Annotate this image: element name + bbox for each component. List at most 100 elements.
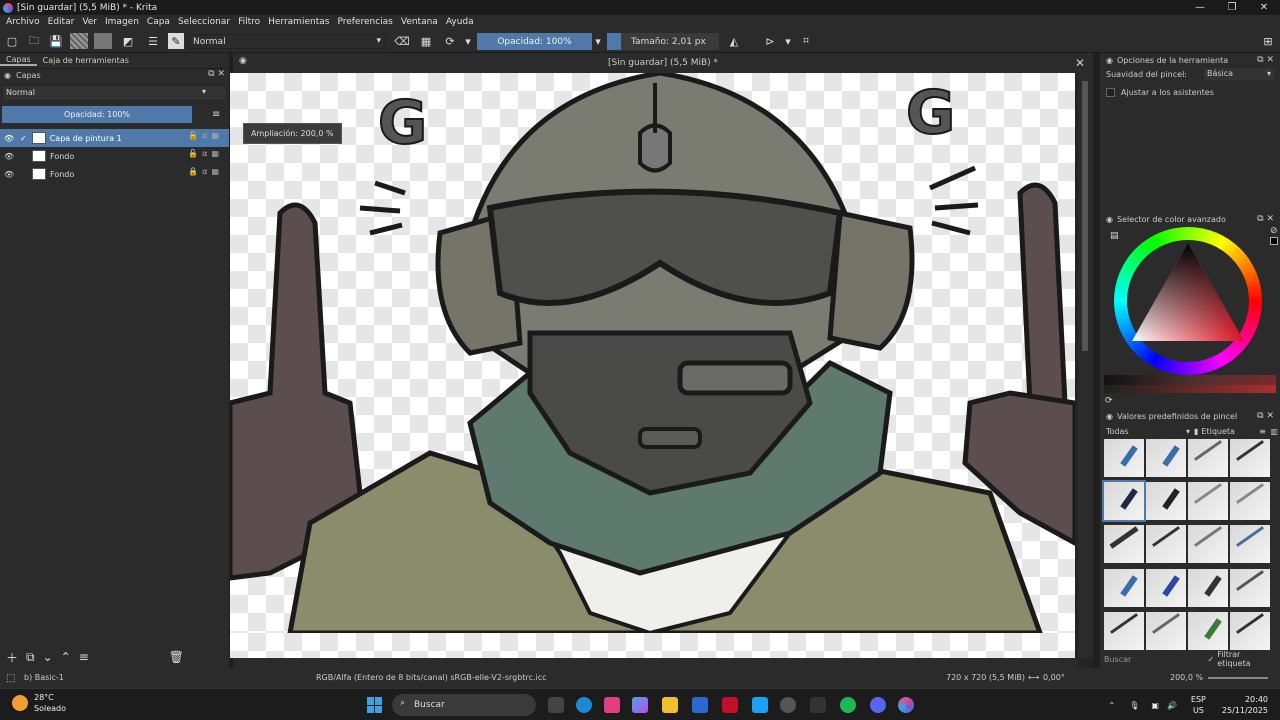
tab-capas[interactable]: Capas: [0, 55, 37, 66]
tab-caja-herramientas[interactable]: Caja de herramientas: [37, 56, 135, 65]
layer-flag-icons[interactable]: 🔒⍺▦: [188, 167, 223, 176]
twitter-icon[interactable]: [752, 697, 768, 713]
tag-icon[interactable]: ▮: [1194, 427, 1198, 436]
preset-search-input[interactable]: Buscar: [1104, 655, 1208, 664]
move-up-icon[interactable]: ⌃: [61, 650, 71, 664]
app-icon[interactable]: [722, 697, 738, 713]
size-slider[interactable]: Tamaño: 2,01 px: [607, 33, 719, 50]
app-icon[interactable]: [604, 697, 620, 713]
delete-layer-icon[interactable]: 🗑: [169, 650, 184, 664]
brush-preset[interactable]: [1146, 568, 1186, 607]
dock-float-close-icons[interactable]: ⧉ ✕: [208, 69, 225, 79]
color-swap-icon[interactable]: ◩: [118, 33, 138, 49]
check-icon[interactable]: ✓: [20, 134, 27, 143]
maximize-button[interactable]: ❐: [1216, 0, 1248, 15]
menu-imagen[interactable]: Imagen: [105, 17, 139, 27]
vertical-scrollbar[interactable]: [1078, 73, 1093, 658]
save-icon[interactable]: 💾: [48, 33, 64, 49]
chevron-down-icon[interactable]: ▾: [464, 33, 472, 49]
brush-preset[interactable]: [1230, 525, 1270, 564]
brush-preset[interactable]: [1188, 568, 1228, 607]
document-tab[interactable]: ◉ [Sin guardar] (5,5 MiB) * ✕: [233, 53, 1093, 73]
workspace-icon[interactable]: ⊞: [1260, 33, 1276, 49]
add-layer-icon[interactable]: ＋: [6, 649, 18, 666]
horizontal-scrollbar[interactable]: [233, 658, 1078, 668]
brush-preset[interactable]: [1104, 439, 1144, 477]
selection-icon[interactable]: ⬚: [6, 673, 15, 684]
app-icon[interactable]: [780, 697, 796, 713]
brush-preset[interactable]: [1146, 439, 1186, 477]
task-view-icon[interactable]: [548, 697, 564, 713]
brush-preset[interactable]: [1104, 568, 1144, 607]
close-button[interactable]: ✕: [1248, 0, 1280, 15]
brush-preset[interactable]: [1146, 611, 1186, 650]
layer-row[interactable]: 👁 Fondo 🔒⍺▦: [0, 165, 229, 183]
move-down-icon[interactable]: ⌄: [43, 650, 53, 664]
layer-opacity-slider[interactable]: Opacidad: 100%: [2, 106, 192, 123]
reload-icon[interactable]: ⟳: [442, 33, 458, 49]
snap-checkbox[interactable]: [1106, 87, 1115, 97]
preset-filter-select[interactable]: Todas ▾: [1106, 427, 1194, 436]
refresh-icon[interactable]: ⟳: [1105, 396, 1113, 406]
chevron-down-icon[interactable]: ▾: [784, 33, 792, 49]
tag-label[interactable]: Etiqueta: [1201, 427, 1235, 436]
menu-filtro[interactable]: Filtro: [238, 17, 260, 27]
visibility-eye-icon[interactable]: 👁: [4, 134, 14, 143]
menu-herramientas[interactable]: Herramientas: [268, 17, 329, 27]
gradient-icon[interactable]: [70, 33, 88, 49]
language-indicator[interactable]: ESP US: [1191, 694, 1206, 716]
taskbar-search[interactable]: ⌕ Buscar: [392, 694, 536, 716]
spotify-icon[interactable]: [840, 697, 856, 713]
reset-color-icon[interactable]: ⊘: [1270, 226, 1278, 236]
brush-preset[interactable]: [1230, 568, 1270, 607]
brush-preset[interactable]: [1188, 482, 1228, 521]
chevron-up-icon[interactable]: ⌃: [1109, 701, 1116, 710]
menu-seleccionar[interactable]: Seleccionar: [178, 17, 230, 27]
mirror-vertical-icon[interactable]: ⊳: [762, 33, 778, 49]
menu-editar[interactable]: Editar: [48, 17, 75, 27]
brush-preset[interactable]: [1104, 611, 1144, 650]
saturation-triangle[interactable]: [1132, 243, 1244, 341]
blend-mode-select[interactable]: Normal ▾: [188, 34, 386, 49]
file-explorer-icon[interactable]: [662, 697, 678, 713]
brush-preset-icon[interactable]: ✎: [168, 33, 184, 49]
open-folder-icon[interactable]: 🗀: [26, 33, 42, 49]
mirror-horizontal-icon[interactable]: ◭: [726, 33, 742, 49]
layer-row[interactable]: 👁 Fondo 🔓⍺▦: [0, 147, 229, 165]
layer-row[interactable]: 👁 ✓ Capa de pintura 1 🔓⍺▦: [0, 129, 229, 147]
visibility-eye-icon[interactable]: 👁: [4, 152, 14, 161]
layer-properties-icon[interactable]: ≡: [79, 650, 89, 664]
snap-assistants-row[interactable]: Ajustar a los asistentes: [1100, 85, 1280, 99]
scrollbar-thumb[interactable]: [1082, 81, 1088, 351]
menu-hamburger-icon[interactable]: ≡: [1259, 427, 1266, 436]
alpha-lock-icon[interactable]: ▦: [418, 33, 434, 49]
current-color-swatch[interactable]: [1270, 237, 1278, 245]
check-icon[interactable]: ✓: [1208, 655, 1215, 664]
menu-archivo[interactable]: Archivo: [6, 17, 40, 27]
brush-preset[interactable]: [1230, 482, 1270, 521]
brush-preset[interactable]: [1230, 439, 1270, 477]
pattern-icon[interactable]: [94, 33, 112, 49]
color-shade-strip[interactable]: [1104, 385, 1276, 393]
dock-float-close-icons[interactable]: ⧉ ✕: [1257, 55, 1274, 65]
menu-preferencias[interactable]: Preferencias: [337, 17, 392, 27]
dock-float-close-icons[interactable]: ⧉ ✕: [1257, 214, 1274, 224]
weather-widget[interactable]: 28°C Soleado: [12, 692, 66, 714]
windows-start-icon[interactable]: [367, 697, 383, 713]
menu-capa[interactable]: Capa: [147, 17, 170, 27]
minimize-button[interactable]: —: [1184, 0, 1216, 15]
smoothing-select[interactable]: Básica ▾: [1204, 68, 1274, 80]
layer-blend-select[interactable]: Normal ▾ ⊽: [2, 85, 244, 101]
discord-icon[interactable]: [870, 697, 886, 713]
duplicate-layer-icon[interactable]: ⧉: [26, 650, 35, 665]
brush-settings-icon[interactable]: ☰: [145, 33, 161, 49]
eraser-icon[interactable]: ⌫: [394, 33, 410, 49]
network-icon[interactable]: ▣: [1151, 701, 1159, 710]
layer-flag-icons[interactable]: 🔓⍺▦: [188, 131, 223, 140]
edge-icon[interactable]: [576, 697, 592, 713]
brush-preset[interactable]: [1230, 611, 1270, 650]
opacity-slider[interactable]: Opacidad: 100%: [477, 33, 592, 50]
microphone-icon[interactable]: 🎙: [1129, 701, 1139, 710]
menu-hamburger-icon[interactable]: ≡: [212, 109, 220, 120]
clock[interactable]: 20:40 25/11/2025: [1222, 694, 1268, 716]
